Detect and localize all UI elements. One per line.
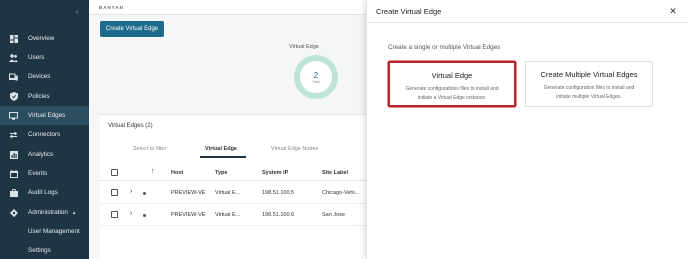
card-description: Generate configurations files to install… (405, 86, 499, 101)
sidebar-item-label: Connectors (28, 131, 61, 138)
multiple-virtual-edges-option-card[interactable]: Create Multiple Virtual Edges Generate c… (525, 61, 653, 107)
active-tab-indicator (200, 156, 246, 158)
sort-arrow-icon[interactable]: ↑ (151, 168, 155, 175)
expand-chevron-icon[interactable]: › (130, 210, 132, 217)
users-icon (9, 53, 18, 62)
table-header: ↑ Host Type System IP Site Label (100, 165, 366, 181)
sidebar-item-audit-logs[interactable]: Audit Logs (0, 183, 89, 202)
system-ip-cell: 198.51.100.5 (262, 190, 295, 196)
dashboard-icon (9, 34, 18, 43)
close-icon[interactable]: ✕ (668, 6, 678, 16)
sidebar-item-events[interactable]: Events (0, 164, 89, 183)
calendar-icon (9, 169, 18, 178)
dialog-title: Create Virtual Edge (376, 7, 442, 16)
card-title: Create Multiple Virtual Edges (540, 70, 638, 79)
dialog-subtitle: Create a single or multiple Virtual Edge… (388, 44, 501, 51)
site-label-cell: Chicago-Vehi... (322, 190, 360, 196)
sidebar-item-label: Administration (28, 209, 68, 216)
row-checkbox[interactable] (111, 211, 118, 218)
sidebar-item-label: Analytics (28, 151, 54, 158)
gear-icon (9, 208, 18, 217)
sidebar-item-label: User Management (28, 228, 80, 235)
sidebar-item-devices[interactable]: Devices (0, 67, 89, 86)
host-cell: PREVIEW-VE (171, 190, 206, 196)
column-header-host[interactable]: Host (171, 170, 183, 176)
chart-icon (9, 150, 18, 159)
sidebar-item-user-management[interactable]: User Management (0, 222, 89, 241)
column-header-type[interactable]: Type (215, 170, 227, 176)
row-checkbox[interactable] (111, 189, 118, 196)
create-virtual-edge-dialog: Create Virtual Edge ✕ Create a single or… (366, 0, 688, 259)
sidebar-item-label: Virtual Edges (28, 112, 66, 119)
type-cell: Virtual E... (215, 190, 241, 196)
sidebar-item-label: Devices (28, 73, 51, 80)
tab-virtual-edge[interactable]: Virtual Edge (205, 146, 237, 152)
sidebar-item-virtual-edges[interactable]: Virtual Edges (0, 106, 89, 125)
table-row[interactable]: › PREVIEW-VE Virtual E... 198.51.100.5 C… (100, 182, 366, 204)
chevron-left-icon[interactable]: ‹ (76, 9, 78, 16)
create-virtual-edge-button[interactable]: Create Virtual Edge (100, 21, 164, 37)
sidebar-item-settings[interactable]: Settings (0, 241, 89, 259)
column-header-system-ip[interactable]: System IP (262, 170, 288, 176)
sidebar-item-label: Events (28, 170, 48, 177)
site-label-cell: San Jose (322, 212, 345, 218)
top-bar: BANYAN (89, 0, 366, 15)
system-ip-cell: 198.51.100.6 (262, 212, 295, 218)
sidebar-item-connectors[interactable]: Connectors (0, 125, 89, 144)
filter-label: Select to filter: (133, 146, 168, 152)
arrows-icon (9, 130, 18, 139)
table-row[interactable]: › PREVIEW-VE Virtual E... 198.51.100.6 S… (100, 204, 366, 226)
sidebar-item-label: Users (28, 54, 45, 61)
card-title: Virtual Edge (431, 71, 473, 80)
status-dot (143, 192, 146, 195)
sidebar-item-label: Policies (28, 93, 50, 100)
total-count: 2 (313, 70, 319, 80)
sidebar-item-policies[interactable]: Policies (0, 87, 89, 106)
sidebar-item-analytics[interactable]: Analytics (0, 145, 89, 164)
expand-chevron-icon[interactable]: › (130, 188, 132, 195)
sidebar-item-label: Overview (28, 35, 55, 42)
devices-icon (9, 72, 18, 81)
shield-icon (9, 92, 18, 101)
card-description: Generate configuration files to install … (543, 85, 635, 100)
type-cell: Virtual E... (215, 212, 241, 218)
host-cell: PREVIEW-VE (171, 212, 206, 218)
logo: BANYAN (99, 5, 124, 10)
stat-title: Virtual Edge (289, 44, 319, 50)
chevron-up-icon: ▴ (72, 209, 76, 216)
monitor-icon (9, 111, 18, 120)
sidebar-item-administration[interactable]: Administration ▴ (0, 203, 89, 222)
select-all-checkbox[interactable] (111, 169, 118, 176)
virtual-edges-panel: Virtual Edges (2) Select to filter: Virt… (100, 114, 366, 259)
main-content: BANYAN Create Virtual Edge Virtual Edge … (89, 0, 366, 259)
briefcase-icon (9, 188, 18, 197)
virtual-edge-option-card[interactable]: Virtual Edge Generate configurations fil… (388, 61, 516, 107)
total-label: Total (312, 79, 320, 84)
total-donut-chart: 2 Total (294, 55, 338, 99)
dialog-header: Create Virtual Edge ✕ (367, 0, 688, 23)
panel-title: Virtual Edges (2) (108, 123, 153, 129)
sidebar-item-label: Settings (28, 247, 51, 254)
sidebar-item-overview[interactable]: Overview (0, 29, 89, 48)
sidebar-item-users[interactable]: Users (0, 48, 89, 67)
sidebar: ‹ Overview Users Devices Policies Virtua… (0, 0, 89, 259)
status-dot (143, 214, 146, 217)
column-header-site-label[interactable]: Site Label (322, 170, 348, 176)
tab-virtual-edge-nodes[interactable]: Virtual Edge Nodes (271, 146, 318, 152)
sidebar-item-label: Audit Logs (28, 189, 58, 196)
